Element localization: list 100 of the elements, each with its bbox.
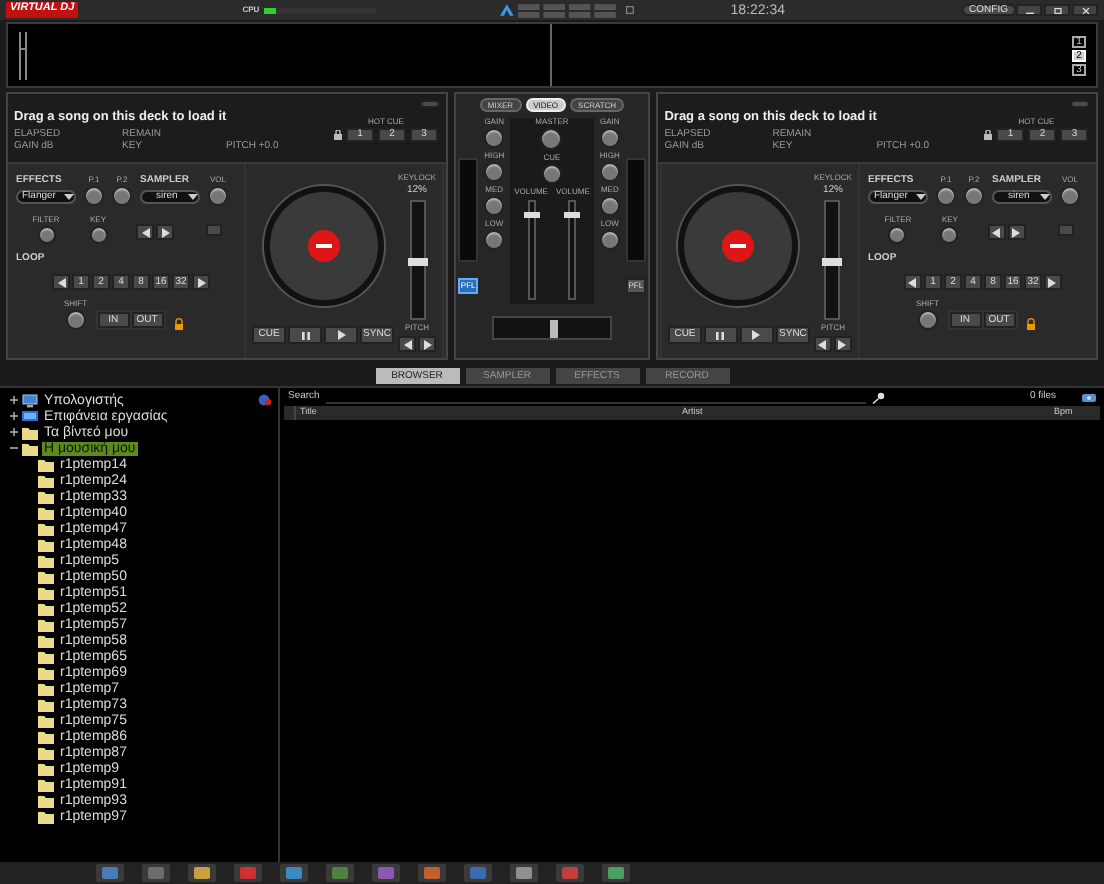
knob[interactable] [1059,186,1080,206]
program-icon[interactable] [188,864,216,882]
scale-icon [18,31,28,79]
knob[interactable] [484,128,505,148]
program-icon[interactable] [418,864,446,882]
triangle-left-icon [818,339,827,349]
arrow-button[interactable] [987,224,1006,240]
settings-icon[interactable] [1082,391,1096,403]
a-logo-icon [499,4,513,16]
arrow-button[interactable] [136,224,154,240]
caret-icon [188,192,198,202]
triangle-left-icon [992,227,1001,237]
knob[interactable] [963,186,984,206]
knob[interactable] [484,230,505,250]
close-icon [1081,7,1089,13]
volume-fader[interactable] [527,200,536,300]
program-icon[interactable] [510,864,538,882]
triangle-right-icon [838,339,847,349]
monitor-icon [22,409,38,423]
arrow-button[interactable] [398,336,416,352]
close-button[interactable] [1072,4,1098,16]
triangle-right-icon [423,339,431,349]
volume-fader[interactable] [568,200,577,300]
triangle-right-icon [161,227,169,237]
pitch-slider[interactable] [409,200,425,320]
arrow-button[interactable] [192,274,210,290]
status-indicators-drawing [517,3,619,17]
caret-icon [1039,192,1050,202]
program-icon[interactable] [326,864,354,882]
level-meter [625,158,646,262]
square-icon [626,6,635,14]
mode-toggle-button[interactable] [1069,100,1090,108]
pause-icon [301,331,309,339]
turntable-platter[interactable] [263,186,383,306]
triangle-right-icon [1012,227,1021,237]
plus-icon[interactable] [10,396,18,404]
caret-icon [64,192,74,202]
turntable-platter[interactable] [678,186,799,306]
knob[interactable] [541,164,562,184]
arrow-button[interactable] [833,336,852,352]
arrow-button[interactable] [903,274,922,290]
arrow-button[interactable] [1043,274,1062,290]
knob[interactable] [940,226,959,244]
computer-icon [22,393,38,407]
triangle-right-icon [337,330,345,340]
knob[interactable] [599,128,620,148]
arrow-button[interactable] [813,336,832,352]
knob[interactable] [599,196,620,216]
triangle-left-icon [57,277,65,287]
plus-icon[interactable] [10,428,18,436]
minus-icon[interactable] [10,444,18,452]
slider-thumb[interactable] [407,258,427,266]
knob[interactable] [935,186,956,206]
padlock-icon [984,129,993,139]
arrow-button[interactable] [52,274,70,290]
play-button[interactable] [324,326,358,344]
triangle-right-icon [752,330,761,340]
knob[interactable] [89,226,107,244]
fader-thumb[interactable] [523,211,540,218]
play-button[interactable] [739,326,774,344]
knob[interactable] [484,162,505,182]
program-icon[interactable] [96,864,124,882]
triangle-right-icon [1048,277,1057,287]
pause-button[interactable] [703,326,738,344]
triangle-left-icon [908,277,917,287]
crossfader-thumb[interactable] [549,320,558,338]
knob[interactable] [888,226,907,244]
padlock-icon [173,318,184,330]
search-icon[interactable] [871,391,886,403]
pitch-slider[interactable] [824,200,841,320]
knob[interactable] [484,196,505,216]
level-meter [458,158,479,262]
padlock-icon [1025,318,1036,330]
triangle-left-icon [403,339,411,349]
slider-thumb[interactable] [822,258,843,266]
knob[interactable] [208,186,228,206]
program-icon[interactable] [280,864,308,882]
triangle-right-icon [197,277,205,287]
knob[interactable] [917,310,938,330]
pause-button[interactable] [288,326,322,344]
program-icon[interactable] [602,864,630,882]
padlock-icon [334,129,342,139]
crossfader[interactable] [491,316,612,340]
maximize-button[interactable] [1044,4,1070,16]
knob[interactable] [65,310,86,330]
mode-toggle-button[interactable] [419,100,440,108]
program-icon[interactable] [372,864,400,882]
arrow-button[interactable] [1007,224,1026,240]
fader-thumb[interactable] [564,211,581,218]
arrow-button[interactable] [418,336,436,352]
pause-icon [716,331,725,339]
knob[interactable] [599,230,620,250]
maximize-icon [1053,7,1061,13]
caret-icon [915,192,926,202]
plus-icon[interactable] [10,412,18,420]
arrow-button[interactable] [156,224,174,240]
knob[interactable] [599,162,620,182]
minimize-button[interactable] [1016,4,1042,16]
knob[interactable] [37,226,55,244]
knob[interactable] [540,128,563,150]
